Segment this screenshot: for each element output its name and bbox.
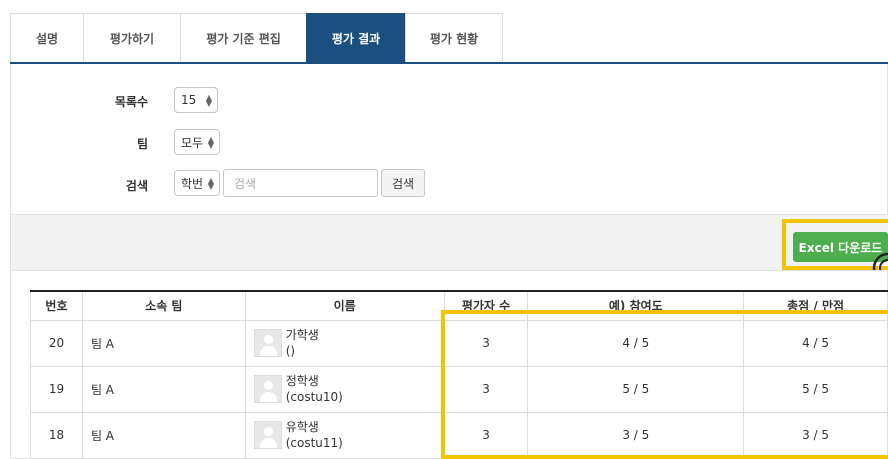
student-name[interactable]: 정학생 xyxy=(286,373,343,389)
toolbar-area xyxy=(10,215,888,271)
avatar[interactable] xyxy=(253,329,282,357)
row-team: 팀 A xyxy=(81,411,246,459)
col-number[interactable]: 번호 xyxy=(30,290,83,321)
row-name-cell: 가학생 () xyxy=(244,319,445,367)
count-select[interactable]: 15 ▲ ▼ xyxy=(174,87,218,113)
tab-bar: 설명 평가하기 평가 기준 편집 평가 결과 평가 현황 xyxy=(10,13,503,63)
tab-evaluate[interactable]: 평가하기 xyxy=(83,13,181,63)
col-team[interactable]: 소속 팀 xyxy=(81,290,246,321)
student-name[interactable]: 가학생 xyxy=(286,327,319,343)
search-field-value: 학번 xyxy=(181,176,204,191)
tab-status[interactable]: 평가 현황 xyxy=(405,13,503,63)
row-name-cell: 정학생 (costu10) xyxy=(244,365,445,413)
row-name-cell: 유학생 (costu11) xyxy=(244,411,445,459)
search-field-select[interactable]: 학번 ▲ ▼ xyxy=(174,170,220,196)
highlight-box-scores xyxy=(441,310,888,459)
tab-results[interactable]: 평가 결과 xyxy=(306,13,406,63)
student-id: (costu11) xyxy=(285,436,343,450)
team-select[interactable]: 모두 ▲ ▼ xyxy=(174,129,220,155)
sort-arrows-icon: ▲ ▼ xyxy=(205,93,212,108)
student-id: () xyxy=(285,344,296,358)
count-label: 목록수 xyxy=(114,95,148,109)
student-id: (costu10) xyxy=(285,390,343,404)
row-number: 20 xyxy=(30,319,83,367)
search-label: 검색 xyxy=(125,179,148,193)
row-team: 팀 A xyxy=(81,365,246,413)
row-number: 19 xyxy=(30,365,83,413)
team-label: 팀 xyxy=(136,137,148,151)
sort-arrows-icon: ▲ ▼ xyxy=(207,135,214,150)
search-button[interactable]: 검색 xyxy=(381,169,425,197)
team-select-value: 모두 xyxy=(181,135,204,150)
avatar[interactable] xyxy=(253,375,282,403)
student-name[interactable]: 유학생 xyxy=(286,419,343,435)
sort-arrows-icon: ▲ ▼ xyxy=(207,176,214,191)
col-name[interactable]: 이름 xyxy=(244,290,445,321)
tab-edit-criteria[interactable]: 평가 기준 편집 xyxy=(180,13,307,63)
row-number: 18 xyxy=(30,411,83,459)
avatar[interactable] xyxy=(253,421,282,449)
search-input[interactable]: 검색 xyxy=(223,169,378,197)
count-select-value: 15 xyxy=(181,93,197,107)
tab-description[interactable]: 설명 xyxy=(10,13,84,63)
row-team: 팀 A xyxy=(81,319,246,367)
